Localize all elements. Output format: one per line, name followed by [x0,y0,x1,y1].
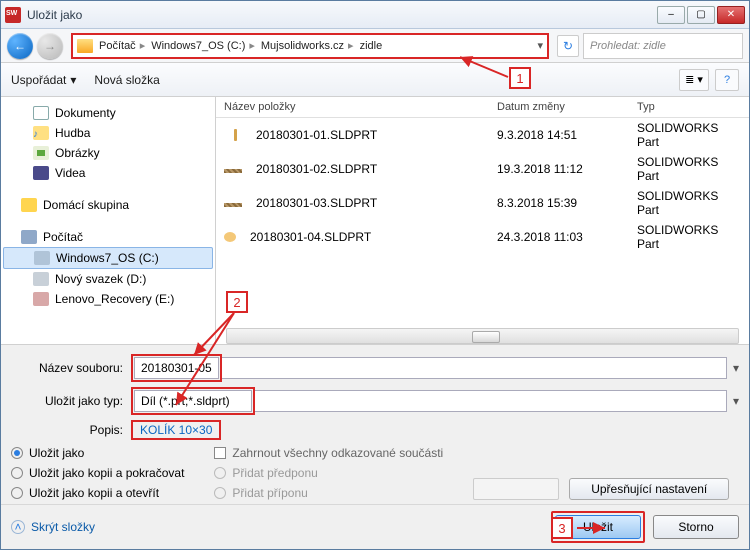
organize-menu[interactable]: Uspořádat▾ [11,73,76,87]
breadcrumb-2[interactable]: Mujsolidworks.cz▸ [261,39,358,52]
nav-library-music[interactable]: Hudba [3,123,213,143]
new-folder-button[interactable]: Nová složka [94,73,159,87]
options-area: Uložit jako Uložit jako kopii a pokračov… [11,446,739,500]
annotation-1: 1 [509,67,531,89]
nav-library-documents[interactable]: Dokumenty [3,103,213,123]
radio-saveas[interactable]: Uložit jako [11,446,184,460]
bottom-panel: Název souboru: 20180301-05 ▾ Uložit jako… [1,344,749,504]
hide-folders-link[interactable]: ˄ Skrýt složky [11,520,95,534]
filename-dropdown-icon[interactable]: ▾ [733,361,739,375]
nav-computer[interactable]: Počítač [3,227,213,247]
file-rows: 20180301-01.SLDPRT9.3.2018 14:51SOLIDWOR… [216,118,749,324]
annotation-1-arrow [456,53,511,88]
address-dropdown-icon[interactable]: ▾ [537,39,543,52]
back-button[interactable]: ← [7,33,33,59]
file-row[interactable]: 20180301-04.SLDPRT24.3.2018 11:03SOLIDWO… [216,220,749,254]
savetype-label: Uložit jako typ: [11,394,131,408]
footer: ˄ Skrýt složky Uložit Storno [1,504,749,549]
titlebar: Uložit jako – ▢ ✕ [1,1,749,29]
toolbar: Uspořádat▾ Nová složka ≣ ▾ ? [1,63,749,97]
file-list-header[interactable]: Název položky Datum změny Typ [216,97,749,118]
advanced-settings-button[interactable]: Upřesňující nastavení [569,478,729,500]
nav-row: ← → Počítač▸ Windows7_OS (C:)▸ Mujsolidw… [1,29,749,63]
window-buttons: – ▢ ✕ [657,6,745,24]
nav-drive-e[interactable]: Lenovo_Recovery (E:) [3,289,213,309]
breadcrumb-3[interactable]: zidle [360,40,383,52]
filename-input-rest[interactable] [222,357,727,379]
description-input[interactable]: KOLÍK 10×30 [134,421,218,439]
breadcrumb-1[interactable]: Windows7_OS (C:)▸ [151,39,259,52]
radio-saveas-copy-open[interactable]: Uložit jako kopii a otevřít [11,486,184,500]
description-label: Popis: [11,423,131,437]
annotation-2: 2 [226,291,248,313]
filename-label: Název souboru: [11,361,131,375]
col-date[interactable]: Datum změny [489,101,629,113]
annotation-3: 3 [551,517,573,539]
forward-button[interactable]: → [37,33,63,59]
check-include-refs[interactable]: Zahrnout všechny odkazované součásti [214,446,443,460]
radio-saveas-copy-continue[interactable]: Uložit jako kopii a pokračovat [11,466,184,480]
nav-pane: Dokumenty Hudba Obrázky Videa Domácí sku… [1,97,216,344]
close-button[interactable]: ✕ [717,6,745,24]
col-name[interactable]: Název položky [216,101,489,113]
window-title: Uložit jako [27,8,657,22]
breadcrumb-0[interactable]: Počítač▸ [99,39,149,52]
nav-drive-c[interactable]: Windows7_OS (C:) [3,247,213,269]
search-input[interactable]: Prohledat: zidle [583,33,743,59]
radio-add-prefix: Přidat předponu [214,466,443,480]
nav-library-pictures[interactable]: Obrázky [3,143,213,163]
file-row[interactable]: 20180301-03.SLDPRT8.3.2018 15:39SOLIDWOR… [216,186,749,220]
nav-homegroup[interactable]: Domácí skupina [3,195,213,215]
savetype-dropdown-icon[interactable]: ▾ [733,394,739,408]
annotation-3-arrow [575,518,609,543]
annotation-2-arrow-b [171,311,241,416]
radio-add-suffix: Přidat příponu [214,486,443,500]
file-row[interactable]: 20180301-02.SLDPRT19.3.2018 11:12SOLIDWO… [216,152,749,186]
cancel-button[interactable]: Storno [653,515,739,539]
help-button[interactable]: ? [715,69,739,91]
chevron-up-icon: ˄ [11,520,25,534]
split-area: Dokumenty Hudba Obrázky Videa Domácí sku… [1,97,749,344]
save-as-dialog: Uložit jako – ▢ ✕ ← → Počítač▸ Windows7_… [0,0,750,550]
savetype-select-rest[interactable] [255,390,727,412]
refresh-button[interactable]: ↻ [557,35,579,57]
folder-icon [77,39,93,53]
col-type[interactable]: Typ [629,101,749,113]
horizontal-scrollbar[interactable] [226,328,739,344]
prefix-suffix-input [473,478,559,500]
file-list: Název položky Datum změny Typ 20180301-0… [216,97,749,344]
app-icon [5,7,21,23]
minimize-button[interactable]: – [657,6,685,24]
file-row[interactable]: 20180301-01.SLDPRT9.3.2018 14:51SOLIDWOR… [216,118,749,152]
nav-library-videos[interactable]: Videa [3,163,213,183]
view-options-button[interactable]: ≣ ▾ [679,69,709,91]
maximize-button[interactable]: ▢ [687,6,715,24]
nav-drive-d[interactable]: Nový svazek (D:) [3,269,213,289]
